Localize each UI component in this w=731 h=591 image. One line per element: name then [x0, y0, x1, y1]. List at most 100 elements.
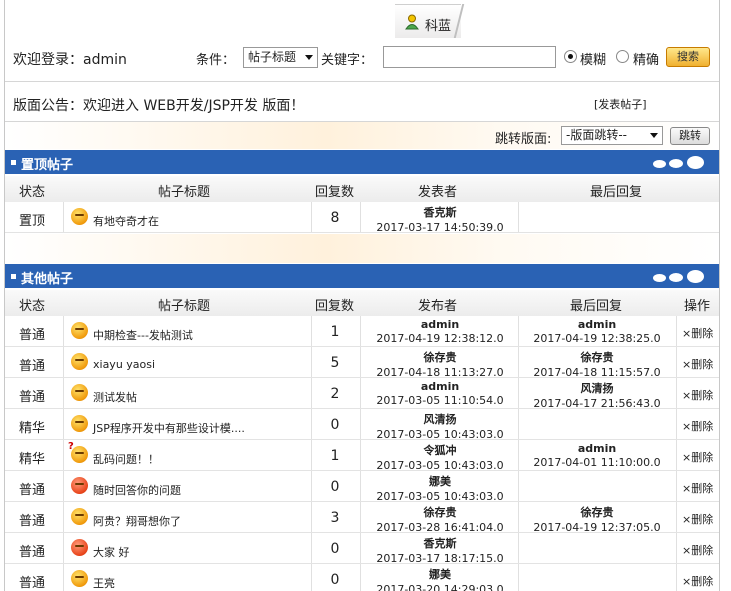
- last-reply-user: 徐存贵: [580, 506, 614, 519]
- cell-divider: [518, 409, 519, 439]
- condition-label: 条件：: [196, 53, 236, 68]
- cell-divider: [360, 347, 361, 377]
- post-title-link[interactable]: 测试发帖: [93, 389, 137, 405]
- right-border: [719, 0, 720, 591]
- cell-divider: [63, 471, 64, 501]
- delete-link[interactable]: ×删除: [682, 418, 713, 434]
- delete-link[interactable]: ×删除: [682, 449, 713, 465]
- jump-label: 跳转版面:: [495, 132, 552, 147]
- cell-divider: [360, 440, 361, 470]
- cell-divider: [360, 471, 361, 501]
- cell-divider: [518, 471, 519, 501]
- cell-divider: [676, 409, 677, 439]
- col-author: 发表者: [418, 185, 458, 200]
- condition-select-value: 帖子标题: [248, 50, 297, 64]
- post-title-link[interactable]: 随时回答你的问题: [93, 482, 181, 498]
- post-title-link[interactable]: 阿贵？翔哥想你了: [93, 513, 181, 529]
- other-section-title: 其他帖子: [21, 272, 74, 287]
- author-cell: 香克斯 2017-03-17 14:50:39.0: [365, 202, 515, 234]
- cell-divider: [63, 564, 64, 591]
- cell-divider: [311, 533, 312, 563]
- last-reply-user: 风清扬: [580, 382, 614, 395]
- last-reply-time: 2017-04-19 12:38:25.0: [533, 332, 661, 345]
- author-name: admin: [420, 318, 460, 331]
- reply-count: 0: [330, 572, 340, 588]
- author-cell: 娜美 2017-03-05 10:43:03.0: [365, 471, 515, 503]
- post-title-link[interactable]: xiayu yaosi: [93, 358, 155, 371]
- pinned-section-header: 置顶帖子: [5, 150, 719, 174]
- table-row: 置顶 有地夺奇才在 8 香克斯 2017-03-17 14:50:39.0: [5, 202, 719, 234]
- delete-link[interactable]: ×删除: [682, 511, 713, 527]
- cell-divider: [311, 202, 312, 232]
- author-name: 香克斯: [423, 537, 457, 550]
- divider: [5, 81, 719, 82]
- delete-link[interactable]: ×删除: [682, 480, 713, 496]
- cell-divider: [518, 202, 519, 232]
- cell-divider: [311, 471, 312, 501]
- delete-link[interactable]: ×删除: [682, 542, 713, 558]
- cell-divider: [676, 502, 677, 532]
- cell-divider: [63, 316, 64, 346]
- cell-divider: [63, 409, 64, 439]
- delete-link[interactable]: ×删除: [682, 387, 713, 403]
- smiley-icon: [68, 441, 88, 463]
- user-icon: [405, 14, 419, 30]
- post-title-link[interactable]: JSP程序开发中有那些设计模....: [93, 420, 245, 436]
- exact-radio[interactable]: [616, 50, 629, 63]
- last-reply-cell: [519, 533, 675, 535]
- new-post-link[interactable]: [发表帖子]: [594, 96, 647, 112]
- last-reply-user: admin: [577, 318, 617, 331]
- col-status: 状态: [19, 185, 46, 200]
- post-status: 置顶: [19, 214, 46, 229]
- smiley-icon: [71, 415, 88, 432]
- post-status: 普通: [19, 545, 46, 560]
- keyword-input[interactable]: [383, 46, 556, 68]
- author-time: 2017-03-05 11:10:54.0: [376, 394, 504, 407]
- post-title-link[interactable]: 大家 好: [93, 544, 130, 560]
- author-name: 令狐冲: [423, 444, 457, 457]
- cell-divider: [63, 533, 64, 563]
- cell-divider: [63, 502, 64, 532]
- delete-link[interactable]: ×删除: [682, 573, 713, 589]
- cell-divider: [360, 202, 361, 232]
- post-title-link[interactable]: 乱码问题！！: [93, 451, 159, 467]
- post-status: 普通: [19, 359, 46, 374]
- cell-divider: [676, 564, 677, 591]
- delete-link[interactable]: ×删除: [682, 325, 713, 341]
- table-row: 普通 王亮 0 娜美 2017-03-20 14:29:03.0 ×删除: [5, 564, 719, 591]
- bubbles-icon: [653, 270, 705, 284]
- other-column-header: 状态 帖子标题 回复数 发布者 最后回复 操作: [5, 290, 719, 316]
- cell-divider: [676, 378, 677, 408]
- tab-kelan[interactable]: 科蓝: [395, 4, 461, 38]
- condition-select[interactable]: 帖子标题: [243, 47, 318, 68]
- author-name: 香克斯: [423, 206, 457, 219]
- tab-label: 科蓝: [425, 19, 452, 34]
- author-cell: 风清扬 2017-03-05 10:43:03.0: [365, 409, 515, 441]
- author-cell: 徐存贵 2017-04-18 11:13:27.0: [365, 347, 515, 379]
- author-time: 2017-04-19 12:38:12.0: [376, 332, 504, 345]
- bubbles-icon: [653, 156, 705, 170]
- cell-divider: [311, 409, 312, 439]
- last-reply-user: admin: [577, 442, 617, 455]
- cell-divider: [311, 316, 312, 346]
- bullet-icon: [11, 274, 16, 279]
- last-reply-cell: 徐存贵 2017-04-19 12:37:05.0: [519, 502, 675, 534]
- table-row: 精华 JSP程序开发中有那些设计模.... 0 风清扬 2017-03-05 10:43…: [5, 409, 719, 441]
- table-row: 普通 随时回答你的问题 0 娜美 2017-03-05 10:43:03.0 ×删除: [5, 471, 719, 503]
- pinned-column-header: 状态 帖子标题 回复数 发表者 最后回复: [5, 176, 719, 202]
- fuzzy-radio[interactable]: [564, 50, 577, 63]
- jump-button[interactable]: 跳转: [670, 127, 710, 145]
- post-title-link[interactable]: 中期检查---发帖测试: [93, 327, 193, 343]
- post-title-link[interactable]: 有地夺奇才在: [93, 213, 159, 229]
- post-title-link[interactable]: 王亮: [93, 575, 115, 591]
- board-jump-select[interactable]: -版面跳转--: [561, 126, 663, 145]
- welcome-text: 欢迎登录：admin: [13, 52, 127, 68]
- cell-divider: [311, 440, 312, 470]
- post-status: 普通: [19, 576, 46, 591]
- last-reply-cell: [519, 471, 675, 473]
- search-button[interactable]: 搜索: [666, 47, 710, 67]
- col-title: 帖子标题: [158, 299, 211, 314]
- cell-divider: [63, 440, 64, 470]
- cell-divider: [360, 409, 361, 439]
- delete-link[interactable]: ×删除: [682, 356, 713, 372]
